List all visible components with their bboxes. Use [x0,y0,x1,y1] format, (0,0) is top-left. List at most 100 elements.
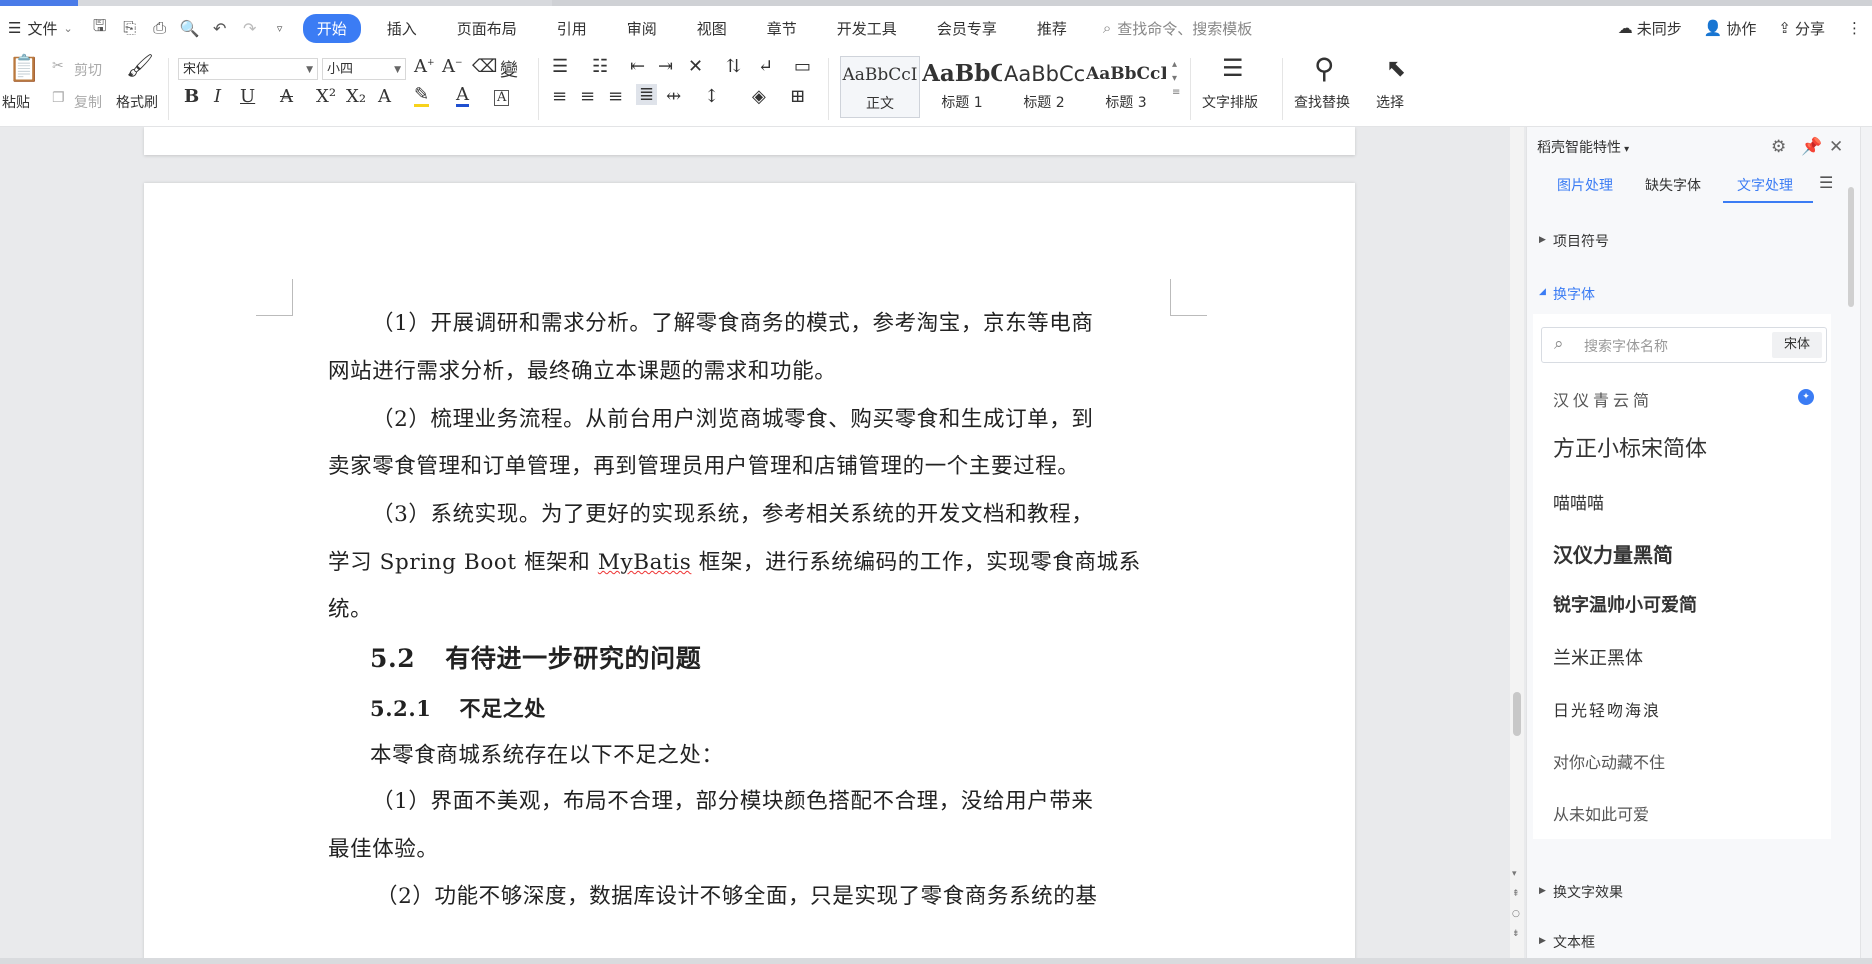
tab-view[interactable]: 视图 [683,14,741,43]
tab-review[interactable]: 审阅 [613,14,671,43]
chinese-layout-icon[interactable]: ✕ [688,56,703,77]
numbered-list-icon[interactable]: ☷ [592,56,608,77]
font-item[interactable]: 方正小标宋简体 [1553,431,1707,463]
export-pdf-icon[interactable]: ⎘ [117,15,143,41]
sort-icon[interactable]: ⇅ [726,56,741,77]
section-change-font[interactable]: 换字体 [1553,284,1595,304]
prev-page-icon[interactable]: ⇞ [1512,889,1520,899]
distribute-icon[interactable]: ⇹ [666,86,681,107]
justify-icon[interactable]: ≣ [636,84,658,105]
shading-icon[interactable]: ◈ [752,86,766,107]
line-spacing-icon[interactable]: ↕ [704,86,719,107]
pin-icon[interactable]: 📌 [1801,137,1822,157]
bold-icon[interactable]: B [184,86,199,107]
scrollbar-thumb[interactable] [1848,187,1854,307]
font-item[interactable]: 日光轻吻海浪 [1553,697,1661,721]
print-preview-icon[interactable]: 🔍 [177,15,203,41]
tab-section[interactable]: 章节 [753,14,811,43]
gear-icon[interactable]: ⚙ [1771,137,1786,157]
align-left-icon[interactable]: ≡ [552,86,567,107]
scrollbar-thumb[interactable] [1513,692,1521,736]
tab-recommend[interactable]: 推荐 [1023,14,1081,43]
increase-indent-icon[interactable]: ⇥ [658,56,673,77]
decrease-indent-icon[interactable]: ⇤ [630,56,645,77]
copy-button[interactable]: 复制 [74,92,102,112]
strikethrough-icon[interactable]: A [280,86,293,107]
section-textbox[interactable]: 文本框 [1553,932,1595,952]
scroll-down-icon[interactable]: ▾ [1512,869,1517,879]
command-search[interactable]: ⌕ 查找命令、搜索模板 [1103,18,1252,39]
document-page[interactable]: （1）开展调研和需求分析。了解零食商务的模式，参考淘宝，京东等电商 网站进行需求… [144,183,1355,964]
tab-home[interactable]: 开始 [302,13,361,43]
format-painter-button[interactable]: 格式刷 [116,92,158,112]
style-heading-1[interactable]: AaBbC 标题 1 [922,56,1002,118]
cut-button[interactable]: 剪切 [74,60,102,80]
undo-icon[interactable]: ↶ [207,15,233,41]
text-layout-button[interactable]: 文字排版 [1202,92,1258,112]
font-item[interactable]: 汉仪青云简 [1553,387,1653,411]
underline-icon[interactable]: U [240,86,255,107]
print-icon[interactable]: ⎙ [147,15,173,41]
document-scrollbar[interactable]: ▾ ⇞ ○ ⇟ [1510,127,1524,964]
find-replace-button[interactable]: 查找替换 [1294,92,1350,112]
decrease-font-icon[interactable]: A− [442,56,463,77]
tab-text-processing[interactable]: 文字处理 [1737,175,1793,195]
font-item[interactable]: 锐字温帅小可爱简 [1553,591,1697,617]
document-area[interactable]: （1）开展调研和需求分析。了解零食商务的模式，参考淘宝，京东等电商 网站进行需求… [0,127,1508,964]
bullet-list-icon[interactable]: ☰ [552,56,568,77]
highlight-icon[interactable]: ✎ [414,86,430,107]
close-icon[interactable]: ✕ [1829,137,1843,157]
customize-toolbar-icon[interactable]: ▿ [267,15,293,41]
paste-button[interactable]: 粘贴 [2,92,30,112]
tab-page-layout[interactable]: 页面布局 [443,14,531,43]
font-item[interactable]: 汉仪力量黑简 [1553,539,1673,568]
file-menu-button[interactable]: ☰ 文件 ⌄ [8,18,73,39]
style-heading-3[interactable]: AaBbCcI 标题 3 [1086,56,1166,118]
font-item[interactable]: 从未如此可爱 [1553,801,1649,825]
panel-menu-icon[interactable]: ☰ [1819,173,1833,192]
tab-insert[interactable]: 插入 [373,14,431,43]
tab-member[interactable]: 会员专享 [923,14,1011,43]
browse-object-icon[interactable]: ○ [1512,909,1520,919]
select-button[interactable]: 选择 [1376,92,1404,112]
italic-icon[interactable]: I [214,86,221,107]
font-name-select[interactable]: 宋体 ▼ [178,58,318,80]
panel-title[interactable]: 稻壳智能特性 ▾ [1537,137,1629,157]
font-size-select[interactable]: 小四 ▼ [322,58,406,80]
font-item[interactable]: 对你心动藏不住 [1553,749,1665,773]
ruler-icon[interactable]: ▭ [794,56,811,77]
subscript-icon[interactable]: X₂ [346,86,366,107]
redo-icon[interactable]: ↷ [237,15,263,41]
char-border-icon[interactable]: A [494,90,510,106]
increase-font-icon[interactable]: A+ [414,56,435,77]
more-icon[interactable]: ⋮ [1847,19,1862,37]
clear-format-icon[interactable]: ⌫ [472,56,497,77]
tab-developer[interactable]: 开发工具 [823,14,911,43]
font-color-icon[interactable]: A [456,86,469,107]
collab-button[interactable]: 👤 协作 [1704,18,1757,39]
section-bullets[interactable]: 项目符号 [1553,231,1609,251]
font-search-input[interactable]: ⌕ 搜索字体名称 宋体 [1541,327,1827,363]
sync-button[interactable]: ☁ 未同步 [1618,18,1682,39]
show-marks-icon[interactable]: ↵ [758,56,773,77]
align-center-icon[interactable]: ≡ [580,86,595,107]
font-item[interactable]: 喵喵喵 [1553,489,1604,514]
font-item[interactable]: 兰米正黑体 [1553,644,1643,670]
tab-references[interactable]: 引用 [543,14,601,43]
superscript-icon[interactable]: X² [316,86,336,107]
panel-scrollbar[interactable] [1845,187,1857,964]
align-right-icon[interactable]: ≡ [608,86,623,107]
phonetic-icon[interactable]: 變 [500,56,518,82]
share-button[interactable]: ⇪ 分享 [1778,18,1825,39]
next-page-icon[interactable]: ⇟ [1512,929,1520,939]
style-heading-2[interactable]: AaBbCc 标题 2 [1004,56,1084,118]
tab-missing-fonts[interactable]: 缺失字体 [1645,175,1701,195]
borders-icon[interactable]: ⊞ [790,86,805,107]
save-icon[interactable]: 🖫 [87,15,113,41]
clipboard-icon[interactable]: 📋 [8,54,40,84]
section-text-effect[interactable]: 换文字效果 [1553,882,1623,902]
style-normal[interactable]: AaBbCcI 正文 [840,56,920,118]
tab-image-processing[interactable]: 图片处理 [1557,175,1613,195]
gallery-scroll-icon[interactable]: ▴ ▾ ≡ [1172,58,1180,100]
current-font-chip[interactable]: 宋体 [1771,332,1822,358]
